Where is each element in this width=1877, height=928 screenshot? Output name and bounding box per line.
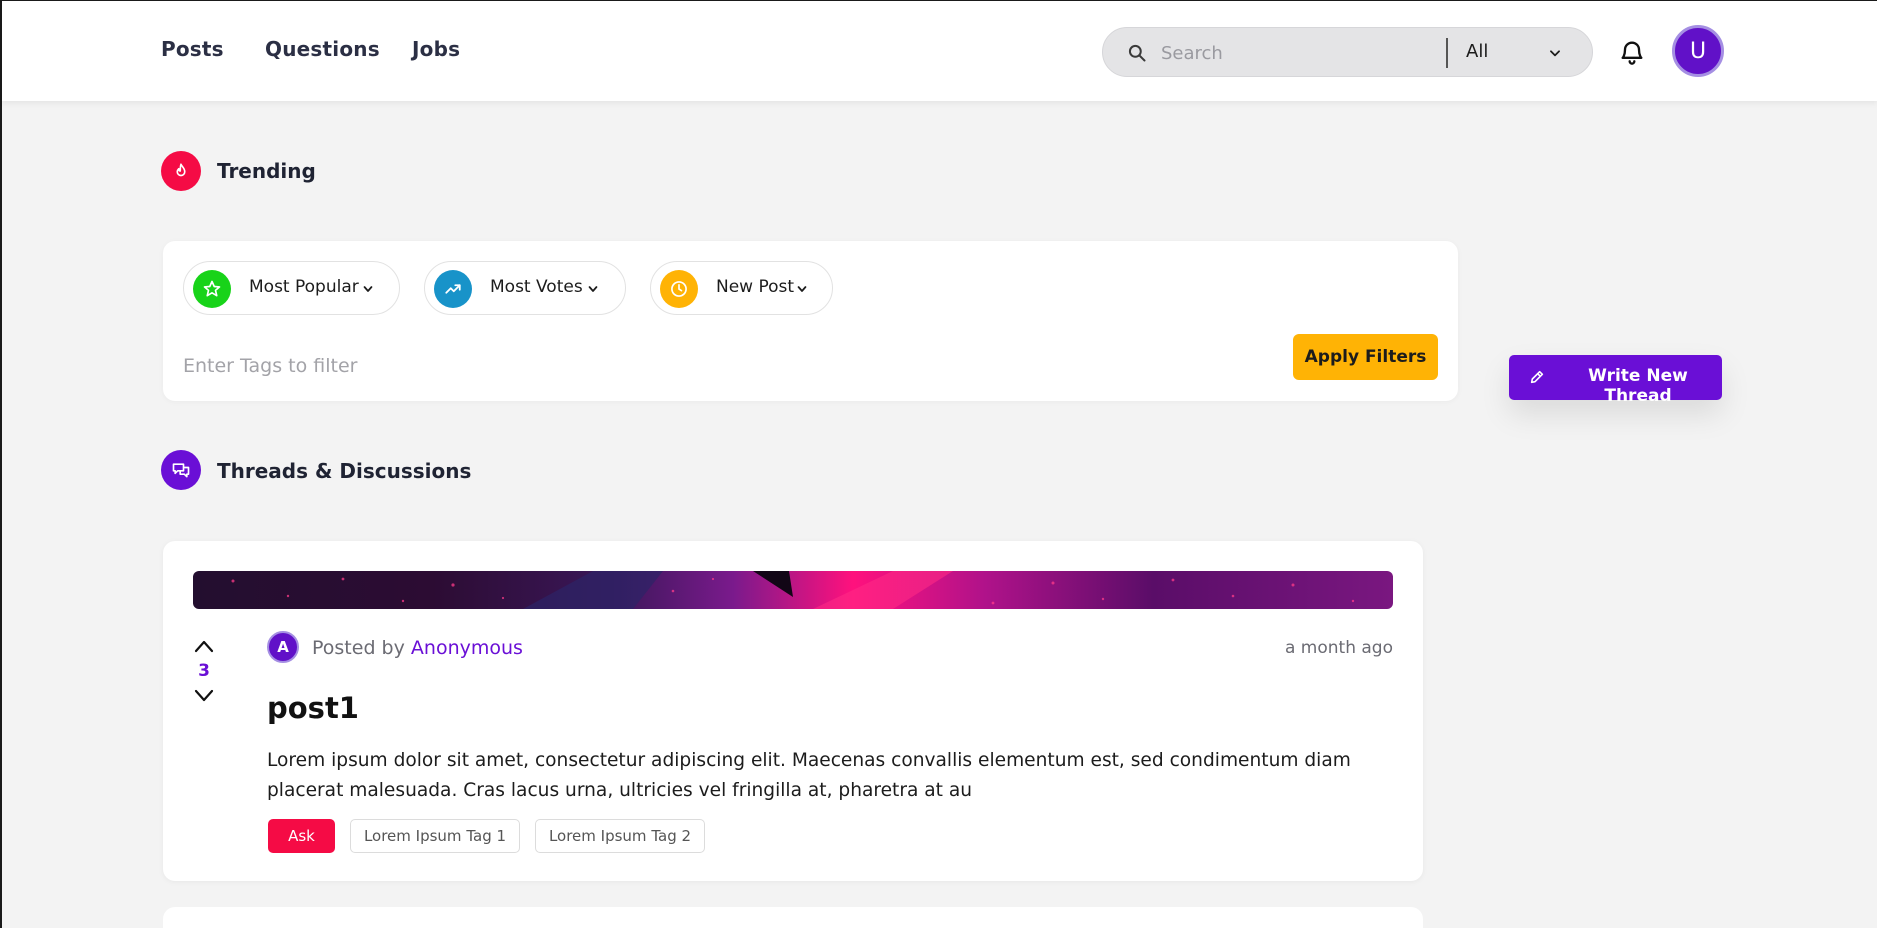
chevron-down-icon[interactable] bbox=[1548, 46, 1562, 60]
apply-filters-button[interactable]: Apply Filters bbox=[1293, 334, 1438, 380]
pencil-icon bbox=[1530, 370, 1544, 384]
filter-new-post[interactable]: New Post bbox=[650, 261, 833, 315]
filter-card: Most Popular Most Votes New Post Apply F… bbox=[163, 241, 1458, 401]
filter-label: New Post bbox=[716, 277, 795, 297]
posted-by-line: Posted by Anonymous bbox=[312, 637, 523, 659]
filter-most-votes[interactable]: Most Votes bbox=[424, 261, 626, 315]
chevron-down-icon bbox=[363, 286, 373, 292]
post-excerpt: Lorem ipsum dolor sit amet, consectetur … bbox=[267, 750, 1351, 801]
post-timestamp: a month ago bbox=[1284, 638, 1393, 658]
filter-most-popular[interactable]: Most Popular bbox=[183, 261, 400, 315]
vote-count: 3 bbox=[198, 661, 210, 681]
search-icon bbox=[1128, 44, 1146, 62]
search-bar: All bbox=[1102, 27, 1593, 77]
trending-up-icon bbox=[434, 270, 472, 308]
upvote-chevron-up-icon[interactable] bbox=[194, 639, 214, 653]
threads-heading: Threads & Discussions bbox=[217, 459, 472, 483]
search-input[interactable] bbox=[1161, 38, 1431, 68]
search-scope-select[interactable]: All bbox=[1466, 41, 1488, 62]
tag-item[interactable]: Lorem Ipsum Tag 2 bbox=[535, 819, 705, 853]
top-navbar: Posts Questions Jobs All U bbox=[2, 0, 1877, 101]
star-icon bbox=[193, 270, 231, 308]
tag-item[interactable]: Lorem Ipsum Tag 1 bbox=[350, 819, 520, 853]
chevron-down-icon bbox=[588, 286, 598, 292]
clock-icon bbox=[660, 270, 698, 308]
post-title[interactable]: post1 bbox=[267, 691, 359, 725]
nav-link-posts[interactable]: Posts bbox=[161, 37, 224, 61]
search-divider bbox=[1446, 38, 1448, 68]
filter-label: Most Popular bbox=[249, 277, 359, 297]
user-avatar[interactable]: U bbox=[1672, 25, 1724, 77]
write-new-thread-label: Write New Thread bbox=[1588, 366, 1688, 406]
tags-filter-input[interactable] bbox=[183, 351, 883, 381]
chat-icon bbox=[161, 450, 201, 490]
author-link[interactable]: Anonymous bbox=[411, 637, 523, 659]
author-avatar[interactable]: A bbox=[267, 631, 299, 663]
chevron-down-icon bbox=[797, 286, 807, 292]
next-post-card bbox=[163, 907, 1423, 928]
write-new-thread-button[interactable]: Write New Thread bbox=[1509, 355, 1722, 406]
bell-icon[interactable] bbox=[1618, 37, 1646, 67]
post-banner-image bbox=[193, 571, 1393, 609]
filter-label: Most Votes bbox=[490, 277, 583, 297]
tag-ask[interactable]: Ask bbox=[268, 819, 335, 853]
trending-heading: Trending bbox=[217, 159, 316, 183]
nav-link-questions[interactable]: Questions bbox=[265, 37, 380, 61]
post-card[interactable]: 3 A Posted by Anonymous a month ago post… bbox=[163, 541, 1423, 881]
nav-link-jobs[interactable]: Jobs bbox=[412, 37, 460, 61]
posted-by-prefix: Posted by bbox=[312, 637, 405, 659]
fire-icon bbox=[161, 151, 201, 191]
downvote-chevron-down-icon[interactable] bbox=[194, 689, 214, 703]
